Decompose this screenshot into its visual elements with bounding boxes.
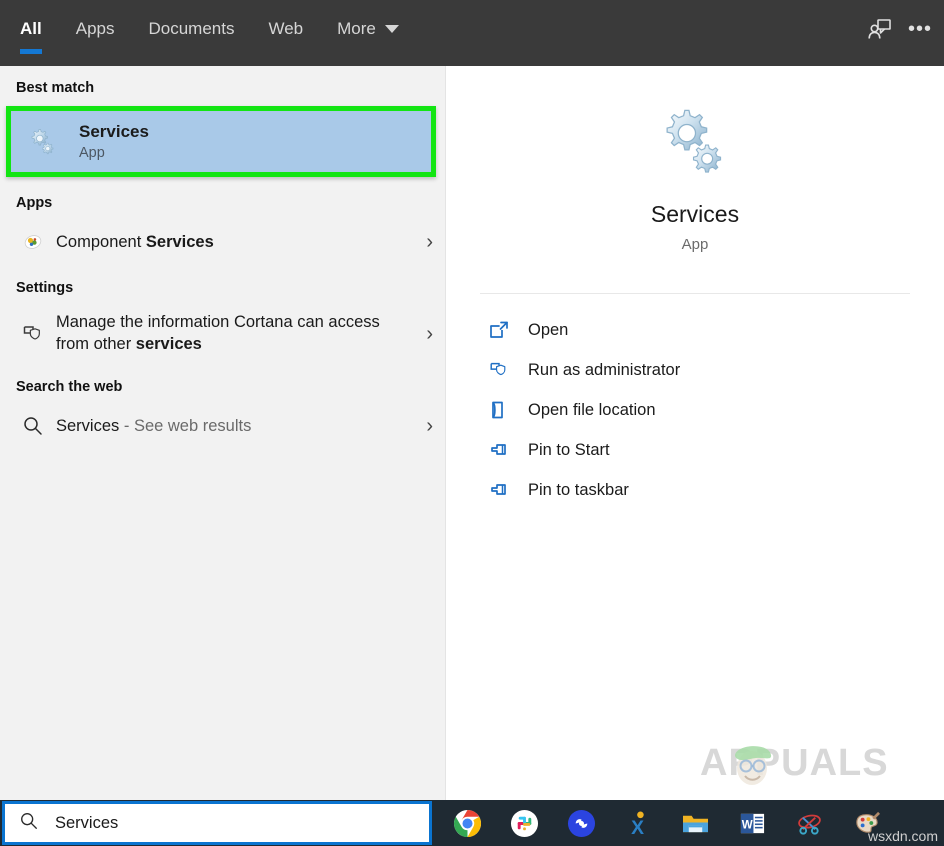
shield-admin-icon xyxy=(482,357,516,383)
action-label: Open file location xyxy=(528,400,656,419)
search-icon xyxy=(19,811,39,836)
tab-more-label: More xyxy=(337,19,376,38)
result-item-label: Services - See web results xyxy=(56,416,252,435)
result-item-web-search-services[interactable]: Services - See web results › xyxy=(0,402,445,450)
services-gears-icon xyxy=(446,104,944,185)
action-open[interactable]: Open xyxy=(446,310,944,350)
services-gears-icon xyxy=(23,127,63,157)
chevron-down-icon xyxy=(384,25,399,33)
result-item-label: Component Services xyxy=(56,232,214,251)
best-match-title: Services xyxy=(79,122,149,142)
svg-text:W: W xyxy=(741,819,752,831)
preview-header: Services App xyxy=(446,66,944,253)
overflow-menu-label: ••• xyxy=(907,18,932,40)
action-run-as-administrator[interactable]: Run as administrator xyxy=(446,350,944,390)
folder-location-icon xyxy=(482,397,516,423)
slack-icon[interactable] xyxy=(509,808,539,838)
action-pin-to-start[interactable]: Pin to Start xyxy=(446,430,944,470)
preview-actions-list: Open Run as administrator Open file loca… xyxy=(446,294,944,510)
tab-active-underline xyxy=(20,49,42,54)
component-services-icon xyxy=(16,225,50,259)
chrome-icon[interactable] xyxy=(452,808,482,838)
section-header-best-match: Best match xyxy=(16,80,95,96)
file-explorer-icon[interactable] xyxy=(680,808,710,838)
windows-search-overlay: All Apps Documents Web More ••• Best mat… xyxy=(0,0,944,846)
chevron-right-icon[interactable]: › xyxy=(416,323,433,346)
preview-app-type: App xyxy=(681,236,709,253)
green-annotation-box: Services App xyxy=(6,106,436,177)
app-preview-panel: Services App Open Run as administrator O… xyxy=(446,66,944,800)
word-icon[interactable]: W xyxy=(737,808,767,838)
tab-apps-label: Apps xyxy=(75,19,115,38)
tab-all-label: All xyxy=(20,19,42,38)
result-item-label: Manage the information Cortana can acces… xyxy=(56,313,380,353)
tab-web-label: Web xyxy=(268,19,304,38)
best-match-highlight-wrapper: Services App xyxy=(6,106,436,177)
chevron-right-icon[interactable]: › xyxy=(416,415,433,438)
search-header: All Apps Documents Web More ••• xyxy=(0,0,944,66)
pin-icon xyxy=(482,477,516,503)
section-header-settings: Settings xyxy=(16,280,74,296)
taskbar-search-input[interactable]: Services xyxy=(2,801,432,845)
action-label: Open xyxy=(528,320,569,339)
section-header-apps: Apps xyxy=(16,195,53,211)
chevron-right-icon[interactable]: › xyxy=(416,231,433,254)
dialpad-icon[interactable] xyxy=(566,808,596,838)
tab-documents[interactable]: Documents xyxy=(148,0,251,58)
pin-icon xyxy=(482,437,516,463)
snipping-tool-icon[interactable] xyxy=(794,808,824,838)
search-input-value: Services xyxy=(55,813,119,832)
action-label: Pin to Start xyxy=(528,440,610,459)
svg-text:X: X xyxy=(631,818,644,838)
result-item-component-services[interactable]: Component Services › xyxy=(0,218,445,266)
header-actions: ••• xyxy=(860,0,944,58)
action-pin-to-taskbar[interactable]: Pin to taskbar xyxy=(446,470,944,510)
tab-all[interactable]: All xyxy=(20,0,59,58)
search-filter-tabs: All Apps Documents Web More xyxy=(0,0,433,58)
site-watermark: wsxdn.com xyxy=(867,828,938,844)
tab-web[interactable]: Web xyxy=(268,0,320,58)
best-match-item-services[interactable]: Services App xyxy=(11,111,431,172)
section-header-search-the-web: Search the web xyxy=(16,379,123,395)
windows-taskbar: Services X W wsxdn.com xyxy=(0,800,944,846)
action-open-file-location[interactable]: Open file location xyxy=(446,390,944,430)
action-label: Run as administrator xyxy=(528,360,681,379)
best-match-text: Services App xyxy=(79,122,149,161)
open-window-icon xyxy=(482,317,516,343)
tab-apps[interactable]: Apps xyxy=(76,0,132,58)
tab-more[interactable]: More xyxy=(337,0,416,58)
preview-app-title: Services xyxy=(650,201,740,227)
privacy-shield-icon xyxy=(16,317,50,351)
overflow-menu-button[interactable]: ••• xyxy=(900,9,940,49)
tab-documents-label: Documents xyxy=(148,19,235,38)
result-item-cortana-privacy[interactable]: Manage the information Cortana can acces… xyxy=(0,303,445,365)
citrix-x-icon[interactable]: X xyxy=(623,808,653,838)
best-match-subtitle: App xyxy=(79,144,105,161)
person-feedback-icon[interactable] xyxy=(860,9,900,49)
search-icon xyxy=(16,409,50,443)
taskbar-pinned-apps: X W xyxy=(452,808,881,838)
results-list-panel: Best match Services App Apps Component S… xyxy=(0,66,446,800)
action-label: Pin to taskbar xyxy=(528,480,629,499)
